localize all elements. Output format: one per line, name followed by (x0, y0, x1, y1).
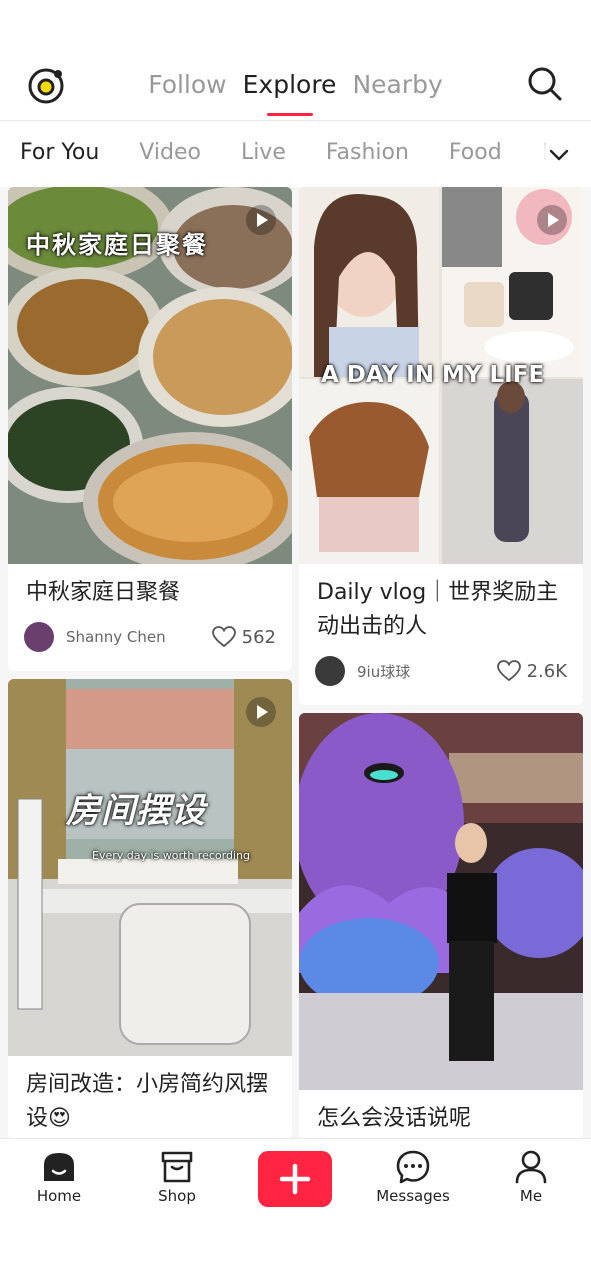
card-title: Daily vlog｜世界奖励主动出击的人 (317, 580, 559, 639)
nav-messages-label: Messages (376, 1187, 450, 1205)
profile-icon (515, 1150, 547, 1184)
plus-icon (279, 1163, 311, 1195)
top-tabs: Follow Explore Nearby (0, 66, 591, 106)
thumbnail-caption: A DAY IN MY LIFE (321, 362, 545, 388)
card-thumbnail: 中秋家庭日聚餐 (8, 187, 292, 564)
create-post-button[interactable] (258, 1151, 332, 1207)
heart-icon[interactable] (496, 660, 521, 682)
tab-explore[interactable]: Explore (235, 66, 345, 106)
author-name[interactable]: 9iu球球 (357, 661, 497, 682)
room-photo (8, 679, 292, 1056)
card-thumbnail (299, 713, 583, 1090)
thumbnail-caption: 房间摆设 (66, 791, 206, 831)
video-play-icon (246, 205, 276, 235)
video-play-icon (537, 205, 567, 235)
nav-me-label: Me (519, 1187, 543, 1205)
like-count-value: 562 (241, 626, 276, 648)
nav-home-label: Home (36, 1187, 82, 1205)
card-meta: 9iu球球 2.6K (299, 644, 583, 688)
nav-home[interactable]: Home (9, 1149, 109, 1205)
messages-icon (396, 1150, 430, 1184)
nav-messages[interactable]: Messages (363, 1149, 463, 1205)
search-icon[interactable] (527, 66, 563, 102)
feed-card-nothing-to-say[interactable]: 怎么会没话说呢 (299, 713, 583, 1139)
avatar[interactable] (24, 622, 54, 652)
heart-icon[interactable] (211, 626, 236, 648)
nav-me[interactable]: Me (481, 1149, 581, 1205)
like-count-value: 2.6K (526, 660, 567, 682)
category-video[interactable]: Video (139, 137, 201, 169)
category-fashion[interactable]: Fashion (326, 137, 409, 169)
home-icon (44, 1153, 74, 1181)
tab-nearby[interactable]: Nearby (344, 66, 450, 106)
card-thumbnail: A DAY IN MY LIFE (299, 187, 583, 564)
card-title: 房间改造：小房简约风摆设😍 (26, 1072, 269, 1131)
card-thumbnail: 房间摆设 Every day is worth recording (8, 679, 292, 1056)
category-food[interactable]: Food (449, 137, 502, 169)
card-title: 怎么会没话说呢 (317, 1106, 472, 1131)
chevron-down-icon[interactable] (547, 143, 571, 167)
top-bar: Follow Explore Nearby (0, 0, 591, 120)
feed-card-family-dinner[interactable]: 中秋家庭日聚餐 中秋家庭日聚餐 Shanny Chen 562 (8, 187, 292, 671)
tab-follow[interactable]: Follow (140, 66, 234, 106)
like-count[interactable]: 562 (211, 626, 276, 648)
card-meta: Shanny Chen 562 (8, 610, 292, 654)
category-live[interactable]: Live (241, 137, 286, 169)
avatar[interactable] (315, 656, 345, 686)
bottom-nav: Home Shop Messages Me (0, 1138, 591, 1280)
video-play-icon (246, 697, 276, 727)
thumbnail-caption: 中秋家庭日聚餐 (26, 231, 208, 259)
card-title: 中秋家庭日聚餐 (26, 580, 181, 605)
art-installation-photo (299, 713, 583, 1090)
author-name[interactable]: Shanny Chen (66, 628, 212, 646)
feed-card-daily-vlog[interactable]: A DAY IN MY LIFE Daily vlog｜世界奖励主动出击的人 9… (299, 187, 583, 705)
category-bar: For You Video Live Fashion Food I (0, 121, 591, 187)
shop-icon (161, 1151, 193, 1183)
category-for-you[interactable]: For You (20, 137, 99, 169)
nav-shop[interactable]: Shop (127, 1149, 227, 1205)
feed-card-room-makeover[interactable]: 房间摆设 Every day is worth recording 房间改造：小… (8, 679, 292, 1139)
like-count[interactable]: 2.6K (496, 660, 567, 682)
nav-shop-label: Shop (158, 1187, 196, 1205)
thumbnail-subcaption: Every day is worth recording (92, 849, 250, 862)
